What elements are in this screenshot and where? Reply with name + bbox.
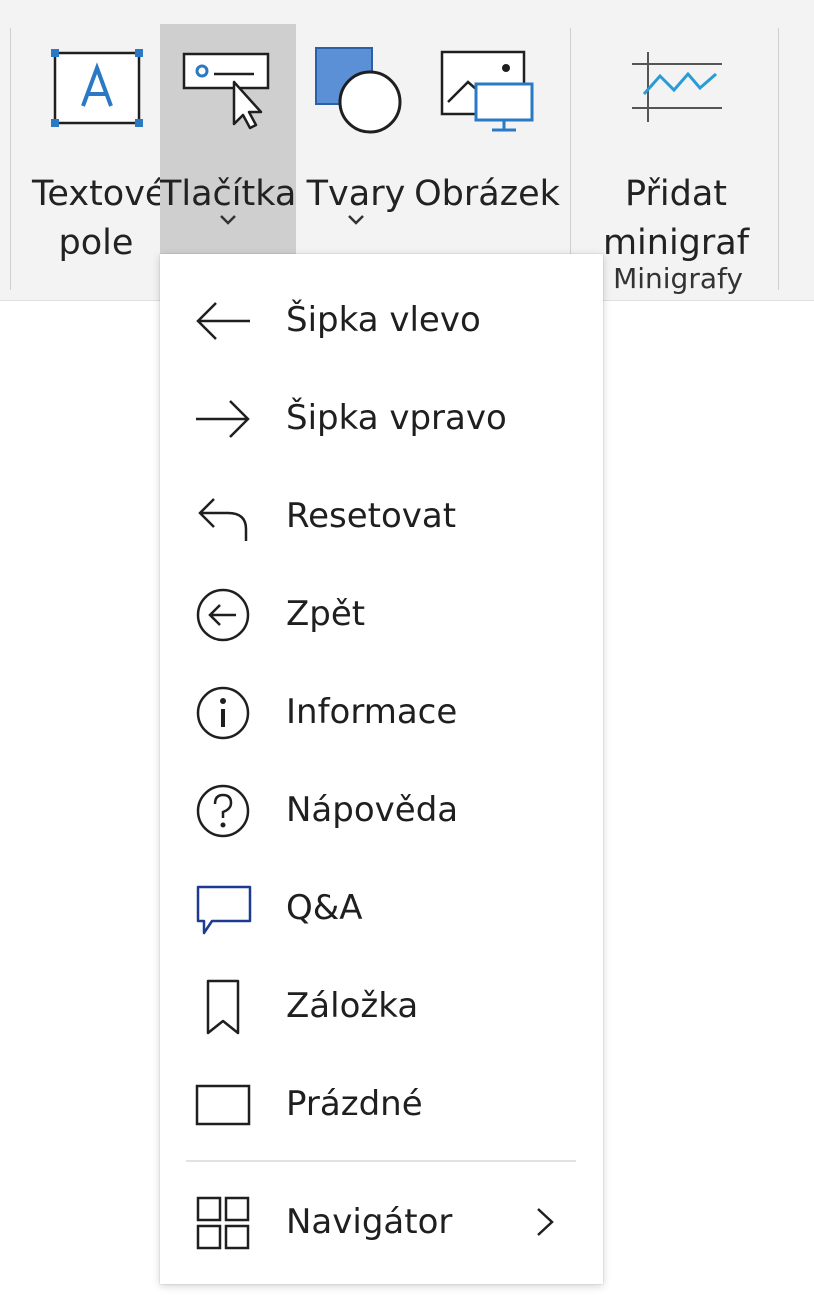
add-sparkline-button[interactable]: Přidat minigraf: [598, 24, 754, 263]
chevron-down-icon: [218, 212, 238, 231]
menu-item-label: Informace: [286, 692, 458, 732]
shapes-icon: [312, 44, 404, 140]
menu-item-arrow-left[interactable]: Šipka vlevo: [160, 276, 603, 364]
menu-item-label: Resetovat: [286, 496, 457, 536]
chevron-right-icon: [533, 1206, 557, 1242]
buttons-dropdown-button[interactable]: Tlačítka: [160, 24, 296, 254]
menu-item-label: Šipka vlevo: [286, 300, 481, 340]
textbox-button[interactable]: Textové pole: [32, 24, 166, 263]
navigator-grid-icon: [194, 1195, 252, 1251]
shapes-dropdown-button[interactable]: Tvary: [304, 24, 408, 254]
menu-item-label: Prázdné: [286, 1084, 423, 1124]
image-button[interactable]: Obrázek: [414, 24, 560, 254]
menu-item-label: Nápověda: [286, 790, 459, 830]
menu-item-label: Šipka vpravo: [286, 398, 507, 438]
add-sparkline-label: Přidat minigraf: [602, 174, 750, 263]
bookmark-icon: [194, 979, 252, 1035]
menu-item-arrow-right[interactable]: Šipka vpravo: [160, 374, 603, 462]
chevron-down-icon: [346, 212, 366, 231]
textbox-icon: [50, 44, 144, 132]
menu-item-label: Q&A: [286, 888, 363, 928]
menu-item-info[interactable]: Informace: [160, 668, 603, 756]
menu-item-navigator[interactable]: Navigátor: [160, 1178, 603, 1266]
help-icon: [194, 783, 252, 839]
menu-divider: [186, 1160, 576, 1162]
menu-item-label: Navigátor: [286, 1202, 453, 1242]
menu-item-bookmark[interactable]: Záložka: [160, 962, 603, 1050]
back-circle-icon: [194, 587, 252, 643]
textbox-label: Textové pole: [32, 174, 167, 263]
menu-item-reset[interactable]: Resetovat: [160, 472, 603, 560]
blank-rectangle-icon: [194, 1077, 252, 1133]
arrow-left-icon: [194, 293, 252, 349]
ribbon-separator: [570, 28, 571, 290]
ribbon-separator: [778, 28, 779, 290]
menu-item-blank[interactable]: Prázdné: [160, 1060, 603, 1148]
menu-item-qna[interactable]: Q&A: [160, 864, 603, 952]
button-cursor-icon: [182, 44, 274, 134]
image-label: Obrázek: [414, 174, 560, 214]
image-icon: [438, 44, 538, 140]
sparkline-icon: [630, 44, 724, 132]
menu-item-help[interactable]: Nápověda: [160, 766, 603, 854]
info-icon: [194, 685, 252, 741]
menu-item-label: Zpět: [286, 594, 366, 634]
group-label-sparklines: Minigrafy: [613, 262, 743, 295]
reset-icon: [194, 489, 252, 545]
menu-item-label: Záložka: [286, 986, 419, 1026]
qna-bubble-icon: [194, 881, 252, 937]
buttons-dropdown-menu: Šipka vlevo Šipka vpravo Resetovat Zpět …: [160, 254, 603, 1284]
menu-item-back[interactable]: Zpět: [160, 570, 603, 658]
arrow-right-icon: [194, 391, 252, 447]
ribbon-separator: [10, 28, 11, 290]
